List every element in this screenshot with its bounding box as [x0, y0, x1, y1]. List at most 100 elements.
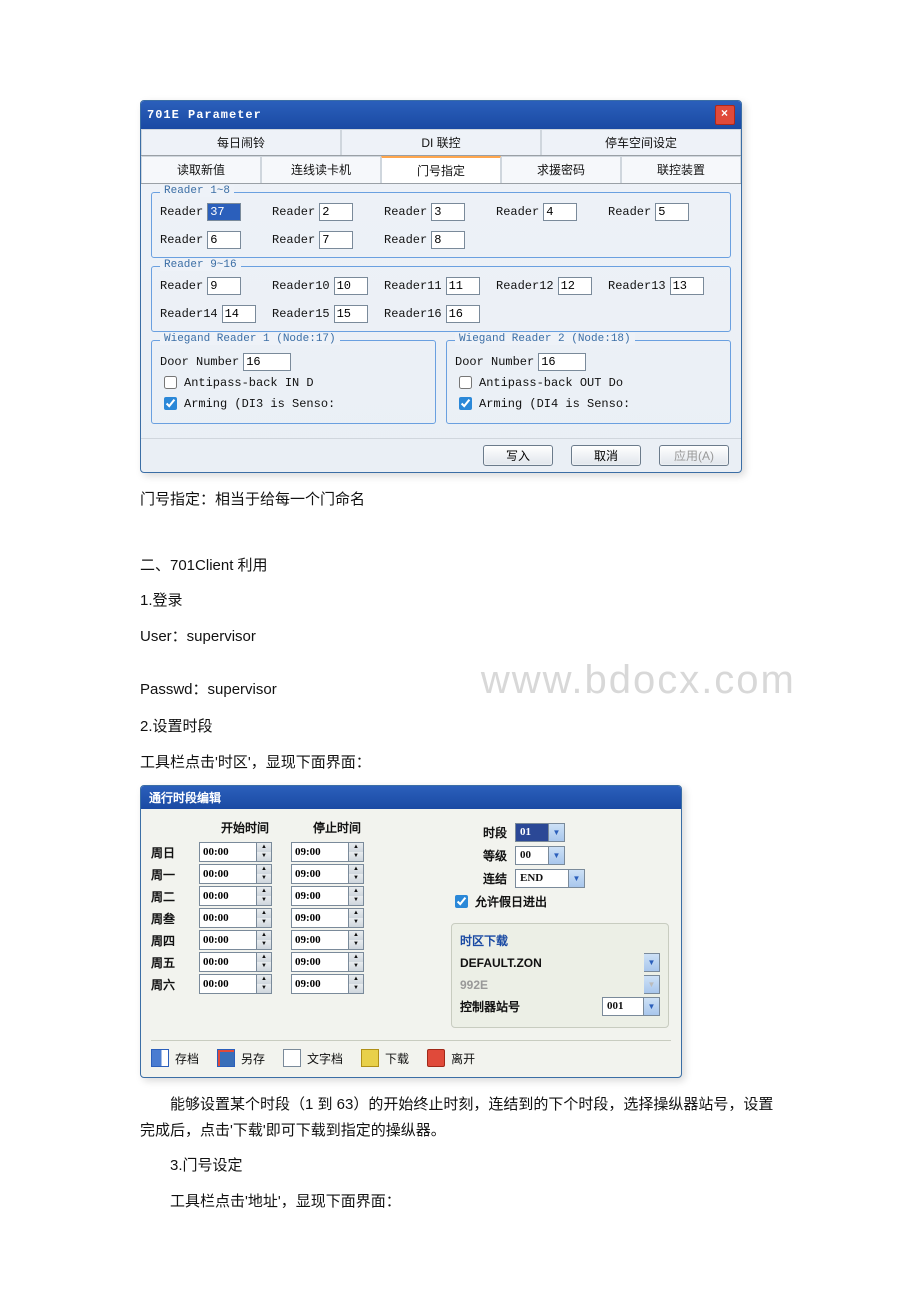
tab-daily-alarm[interactable]: 每日闹铃 [141, 129, 341, 155]
exit-button[interactable]: 离开 [427, 1049, 475, 1067]
stop-time-spinner[interactable]: ▲▼ [291, 974, 371, 994]
level-combo[interactable]: 00 ▼ [515, 846, 565, 865]
tab-online-reader[interactable]: 连线读卡机 [261, 156, 381, 183]
spin-up-icon[interactable]: ▲ [349, 887, 363, 896]
door-number-input[interactable] [243, 353, 291, 371]
spin-up-icon[interactable]: ▲ [257, 909, 271, 918]
stop-time-input[interactable] [291, 842, 348, 862]
tab-di-linkage[interactable]: DI 联控 [341, 129, 541, 155]
start-time-spinner[interactable]: ▲▼ [199, 930, 279, 950]
tab-rescue-code[interactable]: 求援密码 [501, 156, 621, 183]
spin-down-icon[interactable]: ▼ [257, 874, 271, 883]
link-combo[interactable]: END ▼ [515, 869, 585, 888]
antipass-out-checkbox[interactable] [459, 376, 472, 389]
spinner-buttons[interactable]: ▲▼ [348, 930, 364, 950]
spin-down-icon[interactable]: ▼ [257, 984, 271, 993]
arming-di4-checkbox[interactable] [459, 397, 472, 410]
spinner-buttons[interactable]: ▲▼ [348, 974, 364, 994]
stop-time-spinner[interactable]: ▲▼ [291, 908, 371, 928]
start-time-input[interactable] [199, 886, 256, 906]
tz-file-combo[interactable]: ▼ [644, 953, 660, 972]
textfile-button[interactable]: 文字档 [283, 1049, 343, 1067]
reader-input[interactable] [334, 305, 368, 323]
stop-time-input[interactable] [291, 952, 348, 972]
spinner-buttons[interactable]: ▲▼ [256, 864, 272, 884]
close-icon[interactable]: × [715, 105, 735, 125]
spinner-buttons[interactable]: ▲▼ [348, 886, 364, 906]
spinner-buttons[interactable]: ▲▼ [256, 886, 272, 906]
spin-down-icon[interactable]: ▼ [349, 918, 363, 927]
start-time-input[interactable] [199, 930, 256, 950]
stop-time-spinner[interactable]: ▲▼ [291, 952, 371, 972]
spinner-buttons[interactable]: ▲▼ [256, 908, 272, 928]
spin-down-icon[interactable]: ▼ [349, 874, 363, 883]
spinner-buttons[interactable]: ▲▼ [348, 908, 364, 928]
spin-up-icon[interactable]: ▲ [257, 953, 271, 962]
stop-time-input[interactable] [291, 886, 348, 906]
spin-down-icon[interactable]: ▼ [257, 918, 271, 927]
spinner-buttons[interactable]: ▲▼ [256, 930, 272, 950]
spin-up-icon[interactable]: ▲ [257, 975, 271, 984]
stop-time-input[interactable] [291, 908, 348, 928]
spin-down-icon[interactable]: ▼ [349, 940, 363, 949]
spin-up-icon[interactable]: ▲ [349, 975, 363, 984]
spinner-buttons[interactable]: ▲▼ [256, 952, 272, 972]
station-combo[interactable]: 001 ▼ [602, 997, 660, 1016]
spin-down-icon[interactable]: ▼ [349, 852, 363, 861]
spin-up-icon[interactable]: ▲ [257, 931, 271, 940]
period-combo[interactable]: 01 ▼ [515, 823, 565, 842]
reader-input[interactable] [207, 203, 241, 221]
stop-time-input[interactable] [291, 864, 348, 884]
saveas-button[interactable]: 另存 [217, 1049, 265, 1067]
reader-input[interactable] [222, 305, 256, 323]
spinner-buttons[interactable]: ▲▼ [348, 842, 364, 862]
stop-time-spinner[interactable]: ▲▼ [291, 930, 371, 950]
start-time-input[interactable] [199, 974, 256, 994]
start-time-spinner[interactable]: ▲▼ [199, 842, 279, 862]
reader-input[interactable] [319, 231, 353, 249]
antipass-in-checkbox[interactable] [164, 376, 177, 389]
start-time-input[interactable] [199, 952, 256, 972]
reader-input[interactable] [431, 203, 465, 221]
door-number-input[interactable] [538, 353, 586, 371]
spin-up-icon[interactable]: ▲ [349, 953, 363, 962]
save-button[interactable]: 存档 [151, 1049, 199, 1067]
start-time-spinner[interactable]: ▲▼ [199, 908, 279, 928]
arming-di3-checkbox[interactable] [164, 397, 177, 410]
reader-input[interactable] [431, 231, 465, 249]
tab-door-assign[interactable]: 门号指定 [381, 156, 501, 183]
spin-up-icon[interactable]: ▲ [349, 909, 363, 918]
spin-down-icon[interactable]: ▼ [349, 962, 363, 971]
spinner-buttons[interactable]: ▲▼ [256, 974, 272, 994]
spin-down-icon[interactable]: ▼ [349, 896, 363, 905]
spinner-buttons[interactable]: ▲▼ [256, 842, 272, 862]
cancel-button[interactable]: 取消 [571, 445, 641, 466]
spin-down-icon[interactable]: ▼ [257, 896, 271, 905]
spin-down-icon[interactable]: ▼ [257, 962, 271, 971]
tz-device-combo[interactable]: ▼ [644, 975, 660, 994]
tab-linkage-device[interactable]: 联控装置 [621, 156, 741, 183]
reader-input[interactable] [207, 277, 241, 295]
write-button[interactable]: 写入 [483, 445, 553, 466]
tab-read-new[interactable]: 读取新值 [141, 156, 261, 183]
reader-input[interactable] [543, 203, 577, 221]
stop-time-input[interactable] [291, 930, 348, 950]
stop-time-spinner[interactable]: ▲▼ [291, 842, 371, 862]
tab-parking[interactable]: 停车空间设定 [541, 129, 741, 155]
spin-down-icon[interactable]: ▼ [349, 984, 363, 993]
start-time-input[interactable] [199, 842, 256, 862]
spin-up-icon[interactable]: ▲ [349, 843, 363, 852]
reader-input[interactable] [558, 277, 592, 295]
spin-down-icon[interactable]: ▼ [257, 852, 271, 861]
spin-up-icon[interactable]: ▲ [349, 931, 363, 940]
start-time-input[interactable] [199, 864, 256, 884]
start-time-spinner[interactable]: ▲▼ [199, 974, 279, 994]
stop-time-input[interactable] [291, 974, 348, 994]
reader-input[interactable] [446, 277, 480, 295]
spinner-buttons[interactable]: ▲▼ [348, 952, 364, 972]
reader-input[interactable] [207, 231, 241, 249]
spinner-buttons[interactable]: ▲▼ [348, 864, 364, 884]
reader-input[interactable] [334, 277, 368, 295]
reader-input[interactable] [670, 277, 704, 295]
start-time-spinner[interactable]: ▲▼ [199, 864, 279, 884]
